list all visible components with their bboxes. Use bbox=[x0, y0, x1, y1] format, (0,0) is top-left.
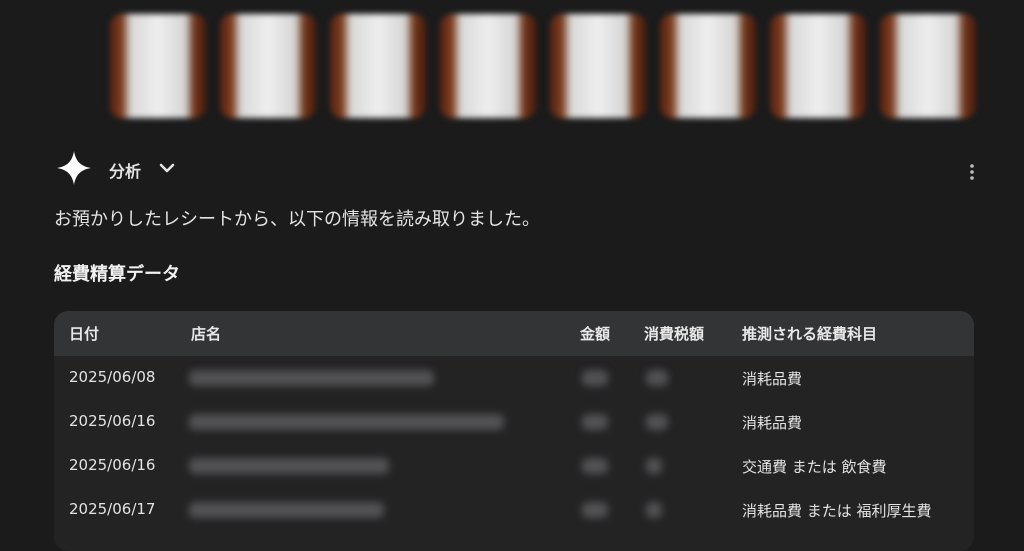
column-header-tax: 消費税額 bbox=[644, 325, 705, 343]
intro-text: お預かりしたレシートから、以下の情報を読み取りました。 bbox=[54, 209, 540, 230]
cell-category: 消耗品費 bbox=[742, 370, 803, 388]
redacted-tax bbox=[646, 414, 668, 430]
redacted-tax bbox=[646, 370, 668, 386]
column-header-amount: 金額 bbox=[580, 325, 611, 343]
receipt-thumbnail[interactable] bbox=[770, 14, 866, 118]
sparkle-icon bbox=[57, 151, 91, 185]
redacted-amount bbox=[582, 370, 608, 386]
receipt-thumbnail[interactable] bbox=[660, 14, 756, 118]
column-header-category: 推測される経費科目 bbox=[742, 325, 878, 343]
receipt-thumbnail[interactable] bbox=[330, 14, 426, 118]
cell-category: 消耗品費 bbox=[742, 414, 803, 432]
redacted-tax bbox=[646, 502, 662, 518]
redacted-amount bbox=[582, 414, 608, 430]
analysis-toggle-label[interactable]: 分析 bbox=[109, 158, 141, 182]
receipt-thumbnail[interactable] bbox=[220, 14, 316, 118]
section-title: 経費精算データ bbox=[54, 264, 180, 285]
redacted-amount bbox=[582, 458, 608, 474]
cell-date: 2025/06/08 bbox=[69, 368, 156, 386]
redacted-tax bbox=[646, 458, 662, 474]
redacted-store bbox=[189, 458, 389, 474]
more-vert-icon[interactable] bbox=[964, 162, 980, 182]
receipt-thumbnails bbox=[110, 14, 1000, 126]
receipt-thumbnail[interactable] bbox=[440, 14, 536, 118]
chevron-down-icon[interactable] bbox=[157, 158, 177, 178]
cell-date: 2025/06/16 bbox=[69, 412, 156, 430]
redacted-store bbox=[189, 370, 434, 386]
receipt-thumbnail[interactable] bbox=[550, 14, 646, 118]
table-row: 2025/06/16 交通費 または 飲食費 bbox=[54, 444, 974, 488]
redacted-store bbox=[189, 414, 504, 430]
analysis-header: 分析 bbox=[56, 150, 986, 190]
cell-date: 2025/06/17 bbox=[69, 500, 156, 518]
table-row: 2025/06/17 消耗品費 または 福利厚生費 bbox=[54, 488, 974, 532]
redacted-amount bbox=[582, 502, 608, 518]
cell-category: 交通費 または 飲食費 bbox=[742, 458, 887, 476]
column-header-date: 日付 bbox=[69, 325, 100, 343]
table-row: 2025/06/16 消耗品費 bbox=[54, 400, 974, 444]
table-header: 日付 店名 金額 消費税額 推測される経費科目 bbox=[54, 311, 974, 356]
column-header-store: 店名 bbox=[191, 325, 222, 343]
cell-date: 2025/06/16 bbox=[69, 456, 156, 474]
table-row: 2025/06/08 消耗品費 bbox=[54, 356, 974, 400]
expense-table: 日付 店名 金額 消費税額 推測される経費科目 2025/06/08 消耗品費 … bbox=[54, 311, 974, 551]
receipt-thumbnail[interactable] bbox=[880, 14, 976, 118]
cell-category: 消耗品費 または 福利厚生費 bbox=[742, 502, 932, 520]
receipt-thumbnail[interactable] bbox=[110, 14, 206, 118]
redacted-store bbox=[189, 502, 384, 518]
